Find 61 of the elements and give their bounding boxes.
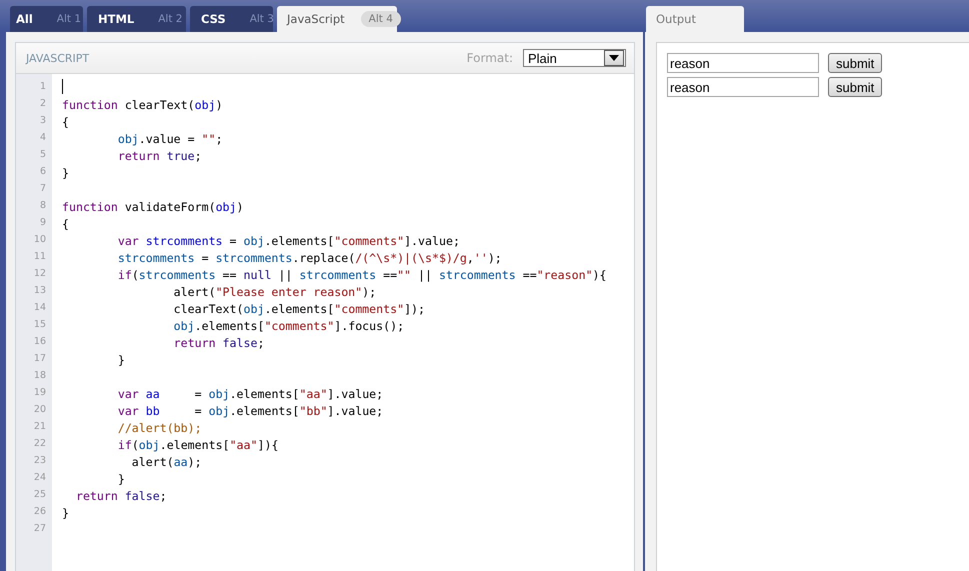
code-line: obj.elements["comments"].focus();	[172, 319, 404, 333]
line-number: 14	[32, 301, 47, 315]
line-number: 23	[32, 454, 47, 468]
code-line: return false;	[172, 336, 264, 350]
format-dropdown[interactable]: Plain	[523, 49, 626, 67]
code-line: var aa = obj.elements["aa"].value;	[116, 387, 384, 401]
code-line: alert("Please enter reason");	[172, 285, 376, 299]
format-label: Format:	[466, 51, 513, 65]
line-number: 22	[32, 437, 47, 451]
line-number: 6	[38, 165, 47, 179]
line-number: 11	[32, 250, 47, 264]
code-line: var bb = obj.elements["bb"].value;	[116, 404, 384, 418]
code-line: {	[62, 115, 69, 129]
line-number: 4	[38, 131, 47, 145]
line-number: 21	[32, 420, 47, 434]
code-line: obj.value = "";	[116, 132, 223, 146]
reason-field[interactable]: reason	[667, 77, 819, 97]
code-line: }	[116, 472, 125, 486]
code-line: clearText(obj.elements["comments"]);	[172, 302, 426, 316]
line-number: 16	[32, 335, 47, 349]
code-line: alert(aa);	[130, 455, 202, 469]
code-line: function clearText(obj)	[62, 98, 223, 112]
line-number: 1	[38, 80, 47, 94]
line-number: 12	[32, 267, 47, 281]
editor-tab[interactable]: HTML Alt 2	[87, 6, 186, 32]
code-line: if(obj.elements["aa"]){	[116, 438, 278, 452]
submit-button[interactable]: submit	[828, 53, 882, 73]
line-number: 26	[32, 505, 47, 519]
output-tab[interactable]: Output	[646, 6, 744, 32]
line-number: 2	[38, 97, 47, 111]
panel-title: JAVASCRIPT	[26, 52, 90, 64]
line-number: 8	[38, 199, 47, 213]
line-number: 10	[32, 233, 47, 247]
editor-tab[interactable]: CSS Alt 3	[190, 6, 273, 32]
line-number: 18	[32, 369, 47, 383]
line-number: 19	[32, 386, 47, 400]
line-number: 3	[38, 114, 47, 128]
editor-tab[interactable]: All Alt 1	[10, 6, 83, 32]
line-number: 20	[32, 403, 47, 417]
code-line: }	[116, 353, 125, 367]
line-number: 7	[38, 182, 47, 196]
line-number: 17	[32, 352, 47, 366]
code-line: //alert(bb);	[116, 421, 202, 435]
reason-field[interactable]: reason	[667, 53, 819, 73]
line-number: 25	[32, 488, 47, 502]
code-line: return false;	[74, 489, 167, 503]
code-line: var strcomments = obj.elements["comments"].value;	[116, 234, 460, 248]
line-number: 13	[32, 284, 47, 298]
line-number: 27	[32, 522, 47, 536]
line-number: 24	[32, 471, 47, 485]
line-number: 15	[32, 318, 47, 332]
line-number: 9	[38, 216, 47, 230]
code-line: strcomments = strcomments.replace(/(^\s*)|(\s*$)/g,'');	[116, 251, 502, 265]
code-line: return true;	[116, 149, 202, 163]
code-line: }	[62, 506, 69, 520]
code-line: {	[62, 217, 69, 231]
submit-button[interactable]: submit	[828, 77, 882, 97]
line-number: 5	[38, 148, 47, 162]
code-line: if(strcomments == null || strcomments =="" || strcomments =="reason"){	[116, 268, 607, 282]
code-line: }	[62, 166, 69, 180]
code-line: function validateForm(obj)	[62, 200, 244, 214]
